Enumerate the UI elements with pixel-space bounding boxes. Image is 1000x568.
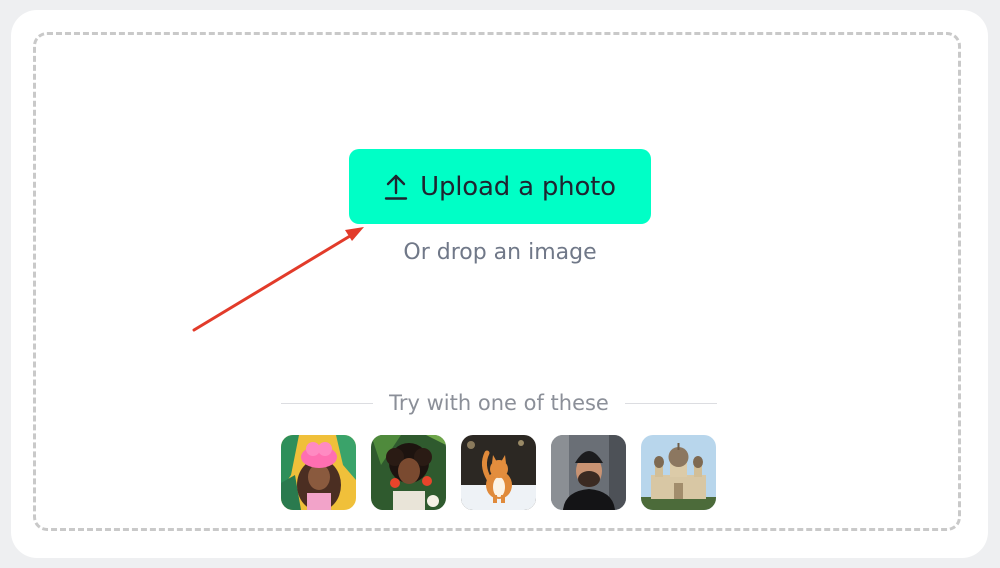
upload-arrow-icon bbox=[384, 173, 408, 201]
divider-line-right bbox=[624, 402, 718, 404]
sample-thumb-man-beanie[interactable] bbox=[551, 435, 626, 510]
divider-line-left bbox=[281, 402, 374, 404]
sample-thumb-woman-curly-hair[interactable] bbox=[371, 435, 446, 510]
sample-thumb-cat-in-snow[interactable] bbox=[461, 435, 536, 510]
samples-divider: Try with one of these bbox=[281, 390, 718, 416]
upload-photo-button[interactable]: Upload a photo bbox=[349, 149, 651, 224]
upload-card: Upload a photo Or drop an image Try with… bbox=[11, 10, 988, 558]
sample-thumb-domed-church[interactable] bbox=[641, 435, 716, 510]
sample-thumb-woman-pink-headwrap[interactable] bbox=[281, 435, 356, 510]
sample-thumbnails bbox=[281, 435, 716, 510]
upload-button-label: Upload a photo bbox=[420, 171, 616, 202]
samples-heading: Try with one of these bbox=[389, 391, 609, 415]
drop-image-hint: Or drop an image bbox=[403, 240, 597, 265]
